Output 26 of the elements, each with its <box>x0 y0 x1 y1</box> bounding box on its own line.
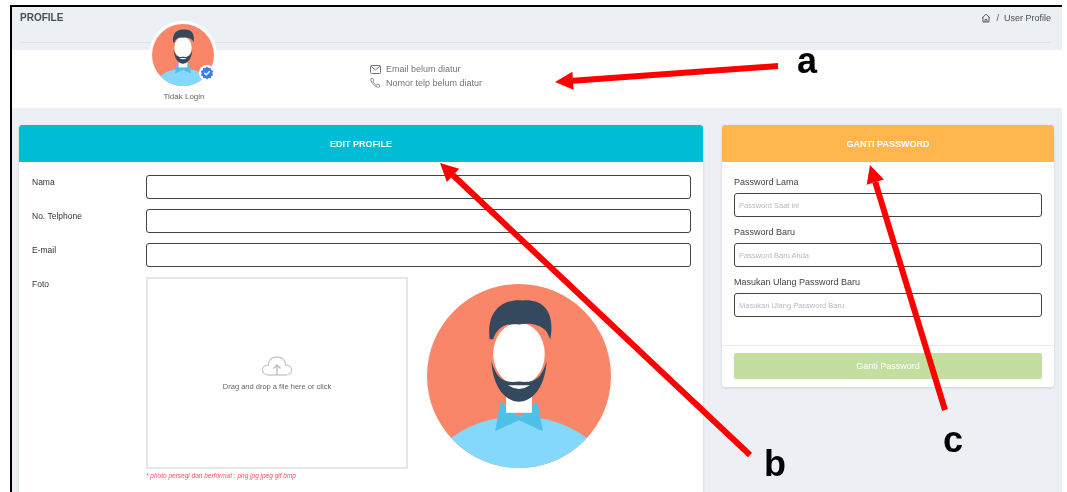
phone-icon <box>370 77 381 88</box>
field-label: Masukan Ulang Password Baru <box>734 277 862 287</box>
field-label: No. Telphone <box>32 210 83 223</box>
home-icon[interactable] <box>981 13 992 23</box>
field-label: Password Baru <box>734 227 797 237</box>
input-field[interactable] <box>146 209 691 233</box>
login-status: Tidak Login <box>163 92 205 101</box>
card-header: GANTI PASSWORD <box>722 125 1054 162</box>
envelope-icon <box>370 64 381 74</box>
field-label: Password Lama <box>734 177 800 187</box>
avatar-drawing <box>152 24 214 86</box>
input-field[interactable] <box>146 243 691 267</box>
field-label: E-mail <box>32 244 58 257</box>
breadcrumb-item: User Profile <box>1004 13 1051 23</box>
breadcrumb-separator: / <box>996 13 999 23</box>
card-header: EDIT PROFILE <box>19 125 703 162</box>
annotation-label: b <box>764 443 786 484</box>
input-field[interactable] <box>146 175 691 199</box>
annotation-label: a <box>797 40 818 81</box>
contact-text: Email belum diatur <box>386 64 461 74</box>
annotation-label: c <box>943 419 964 460</box>
page-title: PROFILE <box>20 12 64 25</box>
field-label: Foto <box>32 278 50 291</box>
cloud-upload-icon <box>261 355 293 376</box>
field-label: Nama <box>32 176 56 189</box>
contact-text: Nomor telp belum diatur <box>386 77 483 88</box>
